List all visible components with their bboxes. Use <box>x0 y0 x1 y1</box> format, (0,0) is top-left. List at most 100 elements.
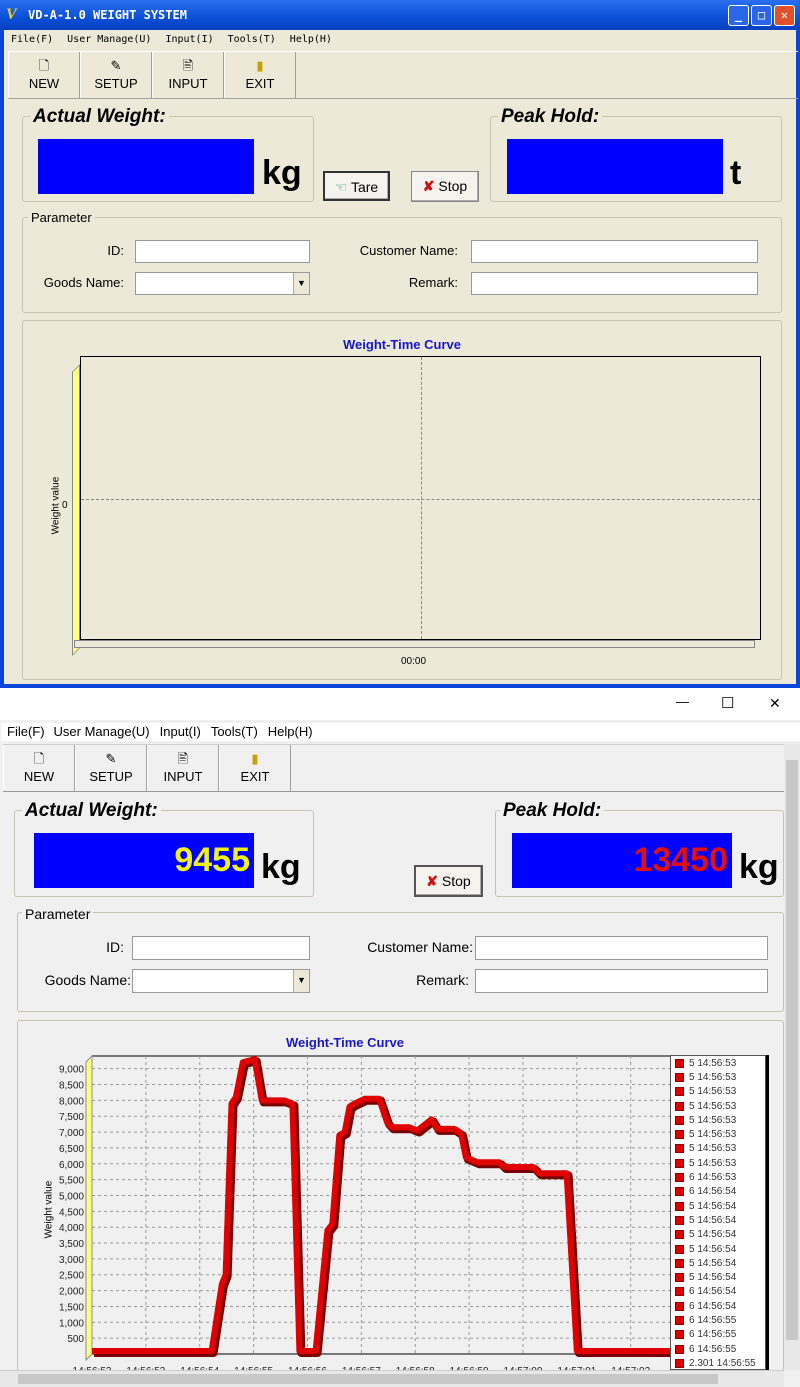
goods-name-label: Goods Name: <box>44 972 131 988</box>
legend-item: 5 14:56:53 <box>671 1156 765 1170</box>
grid-line-vertical <box>421 357 422 639</box>
maximize-button[interactable]: □ <box>751 5 772 26</box>
data-point <box>391 1126 393 1128</box>
y-tick-label: 500 <box>67 1334 84 1345</box>
menu-bar: File(F) User Manage(U) Input(I) Tools(T)… <box>1 723 800 741</box>
actual-weight-title: Actual Weight: <box>30 106 169 128</box>
legend-swatch <box>675 1344 684 1354</box>
menu-input[interactable]: Input(I) <box>155 723 206 741</box>
y-tick-label: 8,500 <box>59 1081 84 1092</box>
legend-label: 6 14:56:53 <box>689 1172 737 1184</box>
top-window: V VD-A-1.0 WEIGHT SYSTEM _ □ ✕ File(F) U… <box>0 0 800 688</box>
scrollbar-thumb[interactable] <box>18 1374 718 1384</box>
y-tick-label: 1,500 <box>59 1302 84 1313</box>
legend-label: 5 14:56:53 <box>689 1071 737 1083</box>
setup-button[interactable]: ✎ SETUP <box>75 745 147 791</box>
data-point <box>476 1161 478 1163</box>
tare-button[interactable]: ☜ Tare <box>323 171 390 201</box>
chevron-down-icon[interactable]: ▼ <box>293 273 309 294</box>
menu-file[interactable]: File(F) <box>4 31 60 49</box>
chevron-down-icon[interactable]: ▼ <box>293 970 309 992</box>
legend-item: 5 14:56:53 <box>671 1070 765 1084</box>
exit-door-icon: ▮ <box>251 751 259 766</box>
legend-label: 5 14:56:53 <box>689 1157 737 1169</box>
input-label: INPUT <box>168 76 208 91</box>
stop-button[interactable]: ✘ Stop <box>414 865 483 897</box>
id-input[interactable] <box>135 240 310 263</box>
data-point <box>566 1172 568 1174</box>
chart-y-wall <box>72 364 80 656</box>
menu-help[interactable]: Help(H) <box>263 723 318 741</box>
legend-swatch <box>675 1315 684 1325</box>
stop-x-icon: ✘ <box>422 178 435 194</box>
data-point <box>498 1161 500 1163</box>
remark-input[interactable] <box>471 272 758 295</box>
vertical-scrollbar[interactable] <box>784 744 800 1370</box>
menu-tools[interactable]: Tools(T) <box>221 31 283 49</box>
y-tick-label: 1,000 <box>59 1318 84 1329</box>
horizontal-scrollbar[interactable] <box>0 1370 784 1387</box>
legend-item: 5 14:56:54 <box>671 1270 765 1284</box>
input-label: INPUT <box>163 769 203 784</box>
close-button[interactable]: ✕ <box>774 5 795 26</box>
new-label: NEW <box>28 76 60 91</box>
setup-icon: ✎ <box>105 751 117 766</box>
menu-user-manage[interactable]: User Manage(U) <box>49 723 155 741</box>
legend-swatch <box>675 1330 684 1340</box>
actual-weight-display <box>38 139 254 194</box>
title-bar: — ☐ ✕ <box>0 688 800 720</box>
legend-item: 5 14:56:53 <box>671 1056 765 1070</box>
data-point <box>326 1229 328 1231</box>
menu-file[interactable]: File(F) <box>1 723 49 741</box>
actual-weight-unit: kg <box>262 154 302 192</box>
legend-label: 6 14:56:55 <box>689 1343 737 1355</box>
y-tick-label: 3,000 <box>59 1255 84 1266</box>
customer-name-input[interactable] <box>475 936 768 960</box>
input-button[interactable]: 🖹 INPUT <box>152 52 224 98</box>
new-button[interactable]: 🗋 NEW <box>3 745 75 791</box>
goods-name-select[interactable]: ▼ <box>132 969 310 993</box>
data-point <box>298 1350 300 1352</box>
remark-input[interactable] <box>475 969 768 993</box>
stop-label: Stop <box>441 873 471 889</box>
stop-button[interactable]: ✘ Stop <box>411 171 479 202</box>
legend-item: 5 14:56:54 <box>671 1213 765 1227</box>
legend-label: 5 14:56:54 <box>689 1200 737 1212</box>
menu-tools[interactable]: Tools(T) <box>206 723 263 741</box>
maximize-button[interactable]: ☐ <box>721 694 734 712</box>
new-file-icon: 🗋 <box>33 751 45 766</box>
chart-floor <box>74 640 755 648</box>
scrollbar-thumb[interactable] <box>786 760 798 1340</box>
stop-label: Stop <box>438 178 468 194</box>
legend-swatch <box>675 1173 684 1183</box>
legend-label: 6 14:56:55 <box>689 1329 737 1341</box>
minimize-button[interactable]: _ <box>728 5 749 26</box>
legend-item: 6 14:56:54 <box>671 1299 765 1313</box>
menu-user-manage[interactable]: User Manage(U) <box>60 31 158 49</box>
legend-item: 5 14:56:53 <box>671 1127 765 1141</box>
data-point <box>291 1103 293 1105</box>
legend-swatch <box>675 1115 684 1125</box>
id-input[interactable] <box>132 936 310 960</box>
new-button[interactable]: 🗋 NEW <box>8 52 80 98</box>
y-tick-label: 2,500 <box>59 1271 84 1282</box>
data-point <box>338 1134 340 1136</box>
minimize-button[interactable]: — <box>676 694 689 709</box>
customer-name-input[interactable] <box>471 240 758 263</box>
menu-input[interactable]: Input(I) <box>158 31 220 49</box>
exit-button[interactable]: ▮ EXIT <box>224 52 296 98</box>
setup-button[interactable]: ✎ SETUP <box>80 52 152 98</box>
menu-help[interactable]: Help(H) <box>283 31 339 49</box>
data-point <box>91 1350 93 1352</box>
legend-swatch <box>675 1301 684 1311</box>
legend-swatch <box>675 1087 684 1097</box>
exit-button[interactable]: ▮ EXIT <box>219 745 291 791</box>
input-button[interactable]: 🖹 INPUT <box>147 745 219 791</box>
goods-name-select[interactable]: ▼ <box>135 272 310 295</box>
legend-swatch <box>675 1273 684 1283</box>
close-button[interactable]: ✕ <box>769 695 781 712</box>
toolbar: 🗋 NEW ✎ SETUP 🖹 INPUT ▮ EXIT <box>3 744 784 792</box>
data-point <box>364 1098 366 1100</box>
weight-time-chart: 500 1,000 1,500 2,000 2,500 3,000 3,500 4,000 4,… <box>59 1054 670 1375</box>
legend-item: 2.301 14:56:55 <box>671 1356 765 1369</box>
